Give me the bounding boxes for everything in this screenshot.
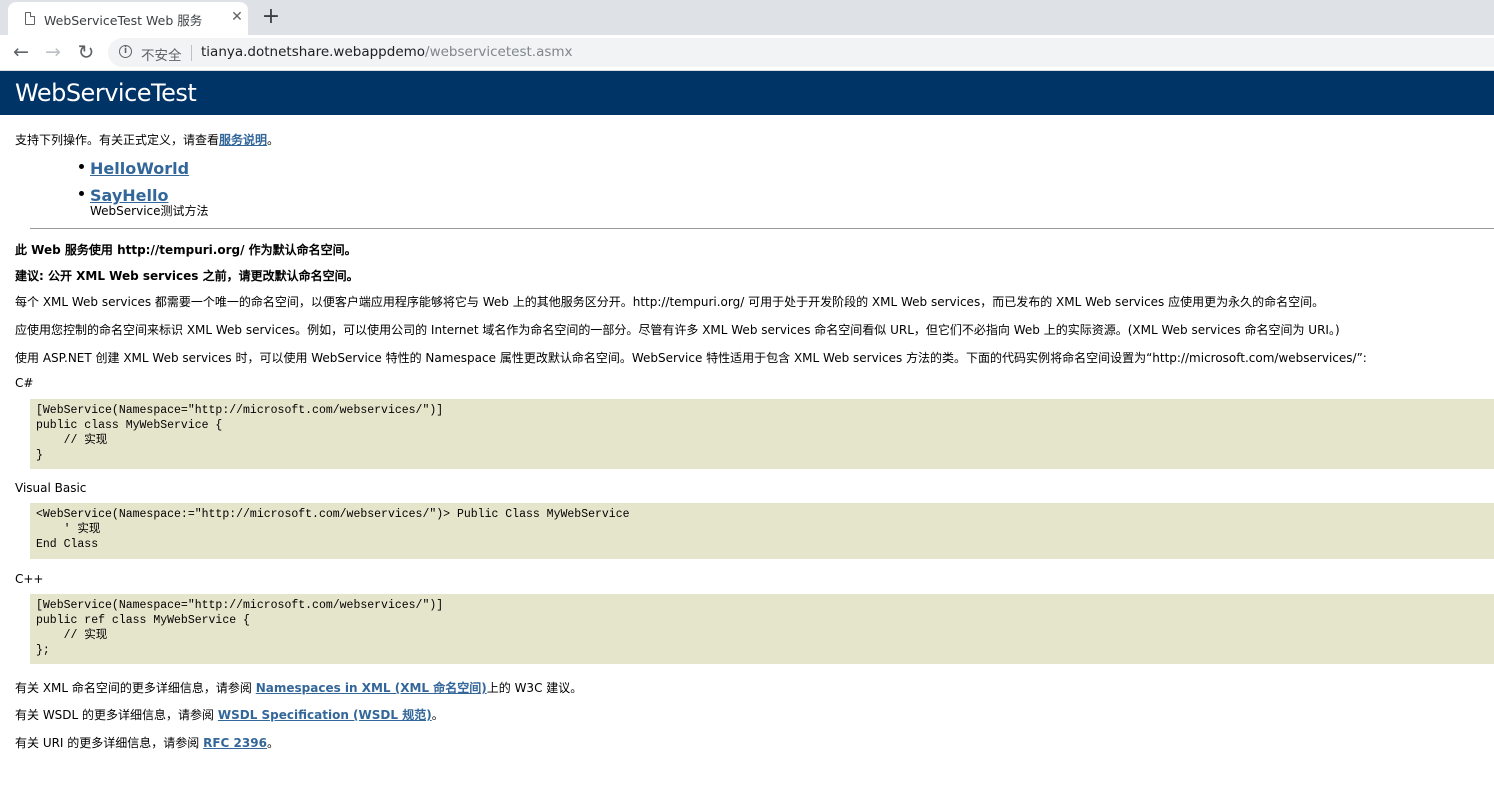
code-label-cpp: C++ (15, 572, 44, 586)
document-icon (25, 11, 36, 25)
code-block-cpp: [WebService(Namespace="http://microsoft.… (30, 594, 1494, 664)
page-content: WebServiceTest 支持下列操作。有关正式定义，请查看服务说明。 He… (0, 71, 1494, 750)
code-block-csharp: [WebService(Namespace="http://microsoft.… (30, 399, 1494, 469)
wsdl-specification-link[interactable]: WSDL Specification (WSDL 规范) (218, 708, 432, 722)
paragraph-namespace-change: 使用 ASP.NET 创建 XML Web services 时，可以使用 We… (15, 351, 1367, 365)
service-description-link[interactable]: 服务说明 (219, 133, 267, 147)
operation-description: WebService测试方法 (90, 204, 209, 218)
footer-uri: 有关 URI 的更多详细信息，请参阅 RFC 2396。 (15, 734, 279, 751)
url-path: /webservicetest.asmx (425, 44, 573, 60)
bullet-icon (79, 191, 84, 196)
code-label-csharp: C# (15, 376, 34, 390)
footer-text: 有关 URI 的更多详细信息，请参阅 (15, 736, 204, 750)
code-block-vb: <WebService(Namespace:="http://microsoft… (30, 503, 1494, 559)
footer-text: 。 (266, 736, 279, 750)
back-arrow-icon[interactable]: ← (8, 39, 34, 65)
browser-tab[interactable]: WebServiceTest Web 服务 ✕ (8, 2, 248, 35)
paragraph-namespace-control: 应使用您控制的命名空间来标识 XML Web services。例如，可以使用公… (15, 323, 1340, 337)
footer-text: 上的 W3C 建议。 (486, 681, 583, 695)
info-icon[interactable]: i (119, 45, 132, 58)
footer-xml-namespaces: 有关 XML 命名空间的更多详细信息，请参阅 Namespaces in XML… (15, 679, 582, 696)
footer-text: 有关 XML 命名空间的更多详细信息，请参阅 (15, 681, 256, 695)
tab-strip: WebServiceTest Web 服务 ✕ + (0, 0, 1494, 35)
url-host: tianya.dotnetshare.webappdemo (201, 44, 426, 60)
footer-text: 有关 WSDL 的更多详细信息，请参阅 (15, 708, 218, 722)
close-icon[interactable]: ✕ (228, 8, 246, 26)
forward-arrow-icon[interactable]: → (40, 39, 66, 65)
heading-bar: WebServiceTest (0, 71, 1494, 115)
security-status[interactable]: 不安全 (141, 44, 182, 64)
address-divider (191, 45, 192, 61)
rfc-2396-link[interactable]: RFC 2396 (203, 736, 267, 750)
browser-toolbar: ← → ↻ i 不安全 tianya.dotnetshare.webappdem… (0, 35, 1494, 71)
bullet-icon (79, 164, 84, 169)
intro-text: 支持下列操作。有关正式定义，请查看服务说明。 (15, 131, 279, 148)
intro-prefix: 支持下列操作。有关正式定义，请查看 (15, 133, 220, 147)
address-bar[interactable]: i 不安全 tianya.dotnetshare.webappdemo/webs… (108, 38, 1494, 67)
namespaces-in-xml-link[interactable]: Namespaces in XML (XML 命名空间) (256, 681, 487, 695)
namespace-notice: 此 Web 服务使用 http://tempuri.org/ 作为默认命名空间。 (15, 243, 357, 257)
url-text[interactable]: tianya.dotnetshare.webappdemo/webservice… (201, 44, 573, 60)
operation-link-helloworld[interactable]: HelloWorld (90, 159, 189, 178)
reload-icon[interactable]: ↻ (73, 39, 99, 65)
footer-wsdl: 有关 WSDL 的更多详细信息，请参阅 WSDL Specification (… (15, 706, 444, 723)
page-title: WebServiceTest (15, 79, 197, 107)
new-tab-icon[interactable]: + (259, 3, 283, 31)
code-label-vb: Visual Basic (15, 481, 87, 495)
paragraph-namespace-unique: 每个 XML Web services 都需要一个唯一的命名空间，以便客户端应用… (15, 295, 1325, 309)
namespace-recommendation: 建议: 公开 XML Web services 之前，请更改默认命名空间。 (15, 269, 359, 283)
divider (30, 228, 1494, 229)
footer-text: 。 (431, 708, 444, 722)
tab-title: WebServiceTest Web 服务 (44, 13, 203, 28)
intro-suffix: 。 (267, 133, 280, 147)
